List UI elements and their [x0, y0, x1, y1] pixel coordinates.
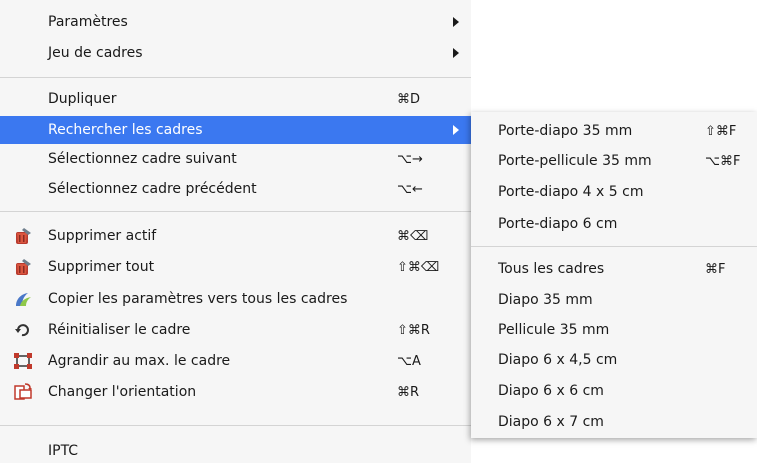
menu-item-shortcut: ⌥← — [397, 181, 423, 197]
menu-item-shortcut: ⌥→ — [397, 151, 423, 167]
menu-item-shortcut: ⌘R — [397, 384, 420, 400]
reset-icon — [15, 324, 29, 337]
menu-item-label: Diapo 6 x 7 cm — [498, 414, 604, 430]
menu-item-label: Agrandir au max. le cadre — [48, 353, 231, 369]
menu-item-shortcut: ⌘⌫ — [397, 228, 429, 244]
menu-item-changer-orientation[interactable]: Changer l'orientation ⌘R — [0, 378, 471, 406]
menu-item-label: Paramètres — [48, 14, 128, 30]
menu-item-label: Jeu de cadres — [48, 45, 143, 61]
menu-item-label: Réinitialiser le cadre — [48, 322, 191, 338]
menu-item-iptc[interactable]: IPTC — [0, 437, 471, 465]
menu-item-dupliquer[interactable]: Dupliquer ⌘D — [0, 85, 471, 113]
maximize-frame-icon — [14, 353, 32, 369]
menu-item-label: Rechercher les cadres — [48, 122, 203, 138]
submenu-item-porte-pellicule-35[interactable]: Porte-pellicule 35 mm ⌥⌘F — [471, 147, 757, 175]
submenu-arrow-icon — [453, 48, 459, 58]
context-menu: Paramètres Jeu de cadres Dupliquer ⌘D Re… — [0, 0, 471, 463]
menu-item-label: Copier les paramètres vers tous les cadr… — [48, 291, 348, 307]
submenu-item-tous-les-cadres[interactable]: Tous les cadres ⌘F — [471, 255, 757, 283]
menu-separator — [0, 211, 471, 212]
submenu-item-porte-diapo-6[interactable]: Porte-diapo 6 cm — [471, 210, 757, 238]
menu-item-label: Tous les cadres — [498, 261, 605, 277]
menu-item-label: Supprimer actif — [48, 228, 157, 244]
submenu-item-diapo-6x7[interactable]: Diapo 6 x 7 cm — [471, 408, 757, 436]
menu-item-label: Changer l'orientation — [48, 384, 197, 400]
menu-item-label: Porte-diapo 4 x 5 cm — [498, 184, 644, 200]
submenu-item-diapo-6x45[interactable]: Diapo 6 x 4,5 cm — [471, 346, 757, 374]
menu-item-label: IPTC — [48, 443, 79, 459]
menu-item-shortcut: ⌘D — [397, 91, 421, 107]
menu-item-label: Dupliquer — [48, 91, 117, 107]
submenu-item-porte-diapo-35[interactable]: Porte-diapo 35 mm ⇧⌘F — [471, 117, 757, 145]
submenu-item-porte-diapo-4x5[interactable]: Porte-diapo 4 x 5 cm — [471, 178, 757, 206]
menu-item-label: Sélectionnez cadre précédent — [48, 181, 257, 197]
menu-item-cadre-precedent[interactable]: Sélectionnez cadre précédent ⌥← — [0, 175, 471, 203]
menu-item-label: Pellicule 35 mm — [498, 322, 610, 338]
menu-item-label: Sélectionnez cadre suivant — [48, 151, 237, 167]
menu-item-reinitialiser[interactable]: Réinitialiser le cadre ⇧⌘R — [0, 316, 471, 344]
menu-item-label: Porte-diapo 35 mm — [498, 123, 633, 139]
menu-item-copier-parametres[interactable]: Copier les paramètres vers tous les cadr… — [0, 285, 471, 313]
submenu-item-diapo-6x6[interactable]: Diapo 6 x 6 cm — [471, 377, 757, 405]
menu-item-shortcut: ⌘F — [705, 261, 726, 277]
rotate-orientation-icon — [14, 383, 32, 400]
menu-separator — [0, 425, 471, 426]
submenu-rechercher-les-cadres: Porte-diapo 35 mm ⇧⌘F Porte-pellicule 35… — [471, 112, 757, 438]
menu-item-supprimer-actif[interactable]: Supprimer actif ⌘⌫ — [0, 222, 471, 250]
menu-item-label: Supprimer tout — [48, 259, 155, 275]
menu-item-shortcut: ⇧⌘⌫ — [397, 259, 440, 275]
menu-item-rechercher-les-cadres[interactable]: Rechercher les cadres — [0, 116, 471, 144]
submenu-arrow-icon — [453, 17, 459, 27]
submenu-arrow-icon — [453, 125, 459, 135]
trash-icon — [16, 228, 31, 244]
menu-item-shortcut: ⇧⌘R — [397, 322, 430, 338]
menu-item-cadre-suivant[interactable]: Sélectionnez cadre suivant ⌥→ — [0, 145, 471, 173]
submenu-item-diapo-35[interactable]: Diapo 35 mm — [471, 286, 757, 314]
menu-item-shortcut: ⇧⌘F — [705, 123, 737, 139]
menu-item-shortcut: ⌥⌘F — [705, 153, 741, 169]
menu-item-label: Porte-pellicule 35 mm — [498, 153, 652, 169]
menu-item-shortcut: ⌥A — [397, 353, 421, 369]
trash-icon — [16, 259, 31, 275]
menu-item-parametres[interactable]: Paramètres — [0, 8, 471, 36]
menu-separator — [471, 246, 757, 247]
copy-params-icon — [16, 293, 31, 306]
submenu-item-pellicule-35[interactable]: Pellicule 35 mm — [471, 316, 757, 344]
menu-item-label: Diapo 6 x 6 cm — [498, 383, 604, 399]
menu-separator — [0, 77, 471, 78]
menu-item-supprimer-tout[interactable]: Supprimer tout ⇧⌘⌫ — [0, 253, 471, 281]
menu-item-label: Porte-diapo 6 cm — [498, 216, 618, 232]
menu-item-label: Diapo 35 mm — [498, 292, 593, 308]
menu-item-label: Diapo 6 x 4,5 cm — [498, 352, 618, 368]
menu-item-agrandir[interactable]: Agrandir au max. le cadre ⌥A — [0, 347, 471, 375]
menu-item-jeu-de-cadres[interactable]: Jeu de cadres — [0, 39, 471, 67]
